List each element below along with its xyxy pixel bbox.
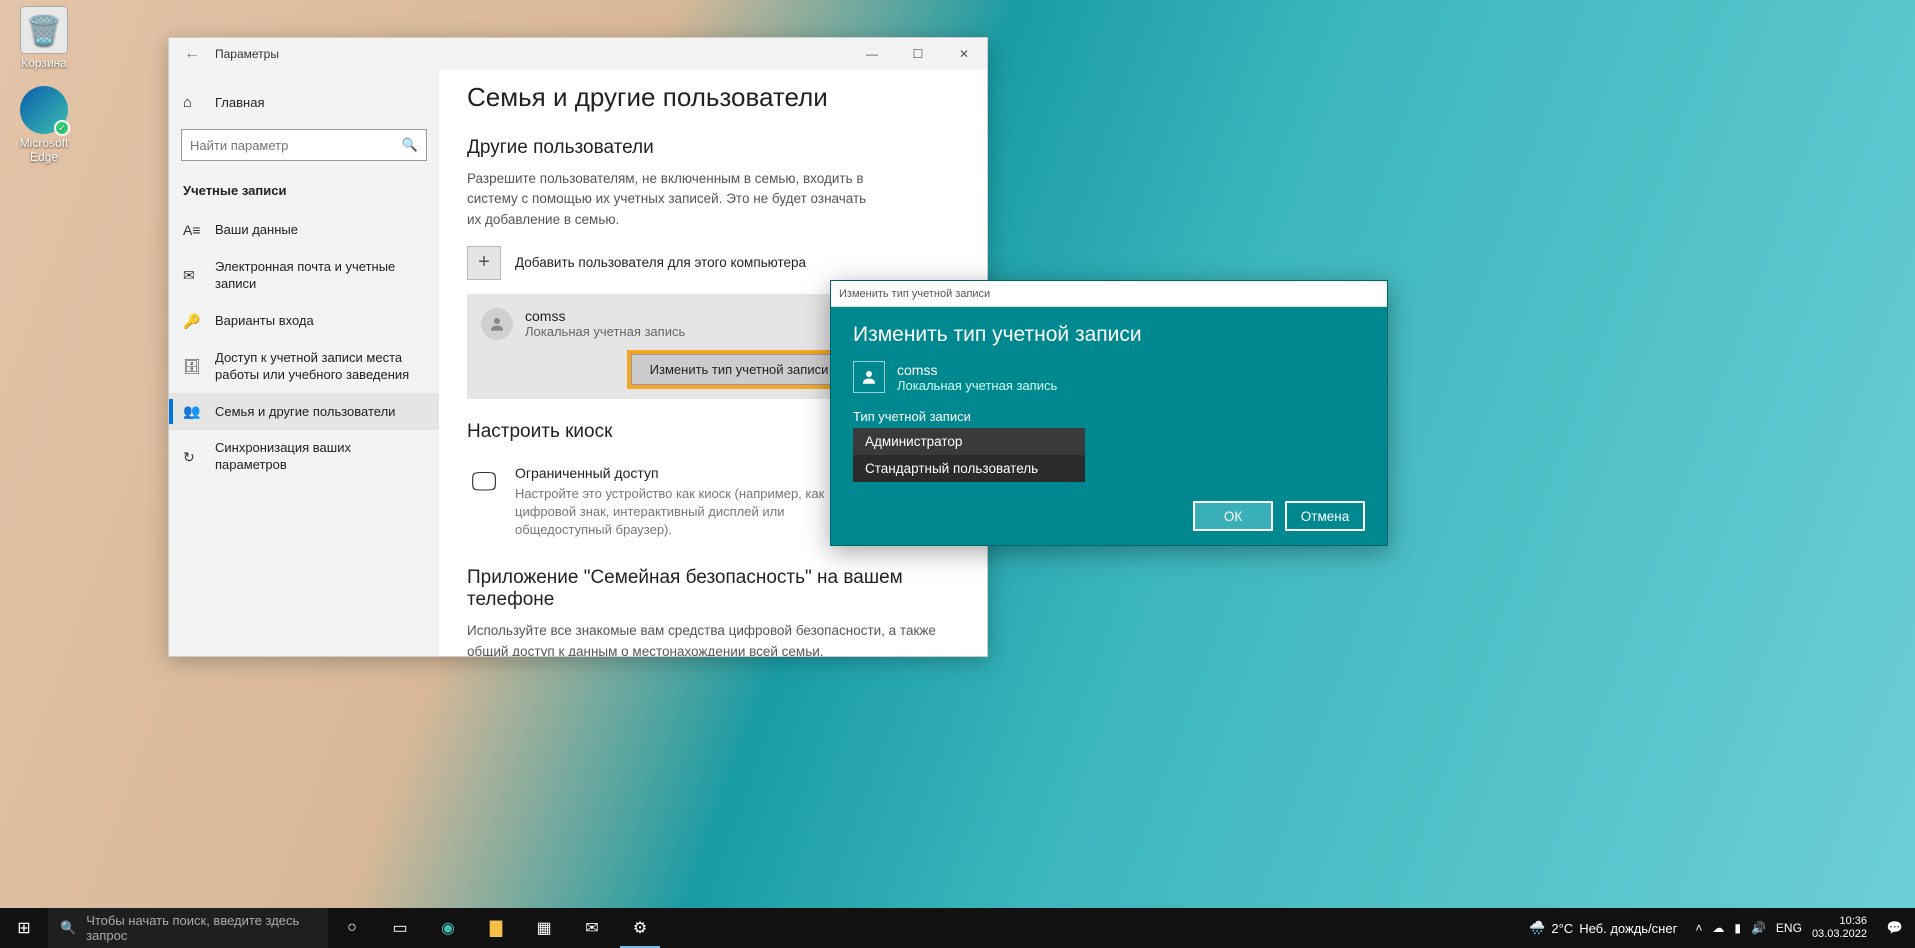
search-icon: 🔍 [60,920,76,936]
change-account-type-dialog: Изменить тип учетной записи Изменить тип… [830,280,1388,546]
settings-icon[interactable]: ⚙ [616,908,664,948]
maximize-button[interactable]: ☐ [895,38,941,70]
user-type: Локальная учетная запись [525,324,685,339]
family-app-desc: Используйте все знакомые вам средства ци… [467,621,957,656]
change-account-type-button[interactable]: Изменить тип учетной записи [631,354,848,385]
sidebar-section-title: Учетные записи [169,175,439,212]
ok-button[interactable]: ОК [1193,501,1273,531]
nav-item-signin-options[interactable]: 🔑 Варианты входа [169,303,439,340]
sidebar-home-label: Главная [215,95,264,110]
page-heading: Семья и другие пользователи [467,82,959,113]
recycle-bin-icon: 🗑️ [20,6,68,54]
dropdown-option-admin[interactable]: Администратор [853,428,1085,455]
kiosk-item-desc: Настройте это устройство как киоск (напр… [515,485,855,540]
sidebar-home[interactable]: ⌂ Главная [169,84,439,121]
desktop-icon-label: Корзина [6,56,82,70]
search-input[interactable] [190,138,402,153]
modal-user-type: Локальная учетная запись [897,378,1057,393]
other-users-desc: Разрешите пользователям, не включенным в… [467,169,867,230]
taskbar-weather[interactable]: 🌧️ 2°C Неб. дождь/снег [1529,920,1677,936]
desktop-icon-edge[interactable]: ✓ Microsoft Edge [6,86,82,164]
modal-user-name: comss [897,362,1057,378]
modal-titlebar[interactable]: Изменить тип учетной записи [831,281,1387,307]
minimize-button[interactable]: — [849,38,895,70]
other-users-heading: Другие пользователи [467,137,959,159]
taskbar-clock[interactable]: 10:36 03.03.2022 [1812,915,1875,941]
nav-item-family[interactable]: 👥 Семья и другие пользователи [169,393,439,430]
edge-icon: ✓ [20,86,68,134]
nav-item-work-access[interactable]: 🗄 Доступ к учетной записи места работы и… [169,340,439,394]
window-title: Параметры [215,47,849,61]
modal-user-info: comss Локальная учетная запись [853,361,1365,393]
add-user-row[interactable]: + Добавить пользователя для этого компью… [467,246,959,280]
user-name: comss [525,308,685,324]
person-badge-icon: A≡ [183,222,201,238]
user-avatar-icon [481,308,513,340]
sync-icon: ↻ [183,449,201,466]
account-type-dropdown[interactable]: Администратор Стандартный пользователь [853,428,1085,482]
desktop-icon-recycle-bin[interactable]: 🗑️ Корзина [6,6,82,70]
kiosk-item-title: Ограниченный доступ [515,465,855,481]
mail-icon[interactable]: ✉ [568,908,616,948]
mail-icon: ✉ [183,267,201,284]
network-icon[interactable]: ▮ [1734,921,1741,935]
onedrive-icon[interactable]: ☁ [1712,921,1724,935]
settings-search[interactable]: 🔍 [181,129,427,161]
weather-icon: 🌧️ [1529,920,1545,936]
settings-sidebar: ⌂ Главная 🔍 Учетные записи A≡ Ваши данны… [169,70,439,656]
task-view-icon[interactable]: ▭ [376,908,424,948]
weather-text: Неб. дождь/снег [1579,921,1677,936]
clock-time: 10:36 [1812,915,1867,928]
store-icon[interactable]: ▦ [520,908,568,948]
system-tray[interactable]: ˄ ☁ ▮ 🔊 ENG [1685,921,1812,935]
language-indicator[interactable]: ENG [1776,921,1802,935]
cortana-icon[interactable]: ○ [328,908,376,948]
modal-titlebar-text: Изменить тип учетной записи [839,288,990,300]
search-icon: 🔍 [402,137,418,153]
briefcase-icon: 🗄 [183,358,201,375]
home-icon: ⌂ [183,94,201,111]
account-type-label: Тип учетной записи [853,409,1365,424]
action-center-icon[interactable]: 💬 [1875,920,1915,936]
clock-date: 03.03.2022 [1812,928,1867,941]
nav-item-sync[interactable]: ↻ Синхронизация ваших параметров [169,430,439,484]
family-app-heading: Приложение "Семейная безопасность" на ва… [467,567,959,611]
nav-item-email[interactable]: ✉ Электронная почта и учетные записи [169,249,439,303]
taskbar-search[interactable]: 🔍 Чтобы начать поиск, введите здесь запр… [48,908,328,948]
edge-icon[interactable]: ◉ [424,908,472,948]
close-button[interactable]: ✕ [941,38,987,70]
key-icon: 🔑 [183,313,201,330]
taskbar: ⊞ 🔍 Чтобы начать поиск, введите здесь за… [0,908,1915,948]
nav-item-your-info[interactable]: A≡ Ваши данные [169,212,439,249]
user-avatar-icon [853,361,885,393]
volume-icon[interactable]: 🔊 [1751,921,1766,935]
desktop-icon-label: Microsoft Edge [6,136,82,164]
add-user-label: Добавить пользователя для этого компьюте… [515,255,806,270]
monitor-icon: 🖵 [467,465,501,499]
people-icon: 👥 [183,403,201,420]
cancel-button[interactable]: Отмена [1285,501,1365,531]
chevron-up-icon[interactable]: ˄ [1695,921,1702,935]
back-button[interactable]: ← [169,45,215,63]
explorer-icon[interactable]: ▇ [472,908,520,948]
dropdown-option-standard[interactable]: Стандартный пользователь [853,455,1085,482]
modal-heading: Изменить тип учетной записи [853,323,1365,347]
window-titlebar[interactable]: ← Параметры — ☐ ✕ [169,38,987,70]
weather-temp: 2°C [1551,921,1573,936]
start-button[interactable]: ⊞ [0,918,48,938]
taskbar-search-placeholder: Чтобы начать поиск, введите здесь запрос [86,913,316,943]
plus-icon[interactable]: + [467,246,501,280]
